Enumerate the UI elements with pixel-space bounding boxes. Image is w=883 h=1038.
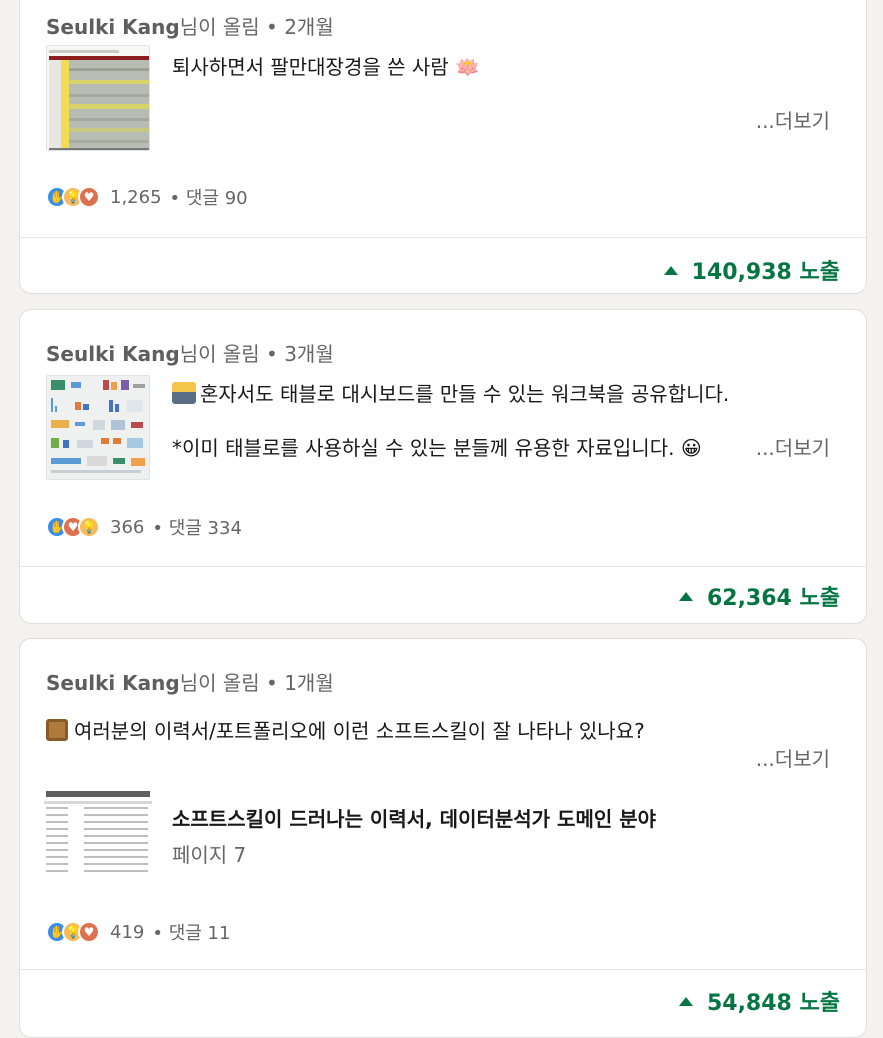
document-thumbnail[interactable] (44, 789, 152, 875)
see-more-link[interactable]: ...더보기 (756, 432, 830, 461)
post-text-line: *이미 태블로를 사용하실 수 있는 분들께 유용한 자료입니다. 😀 (172, 436, 702, 460)
clipboard-emoji-icon (46, 719, 68, 741)
post-text-line: 퇴사하면서 팔만대장경을 쓴 사람 🪷 (172, 55, 480, 79)
social-counts[interactable]: ✋ ♥ 💡 366 • 댓글 334 (46, 514, 242, 540)
reaction-icons: ✋ ♥ 💡 (46, 516, 100, 538)
reactions-count[interactable]: 419 (110, 922, 144, 943)
posted-meta: 님이 올림 • 3개월 (179, 342, 334, 366)
document-title[interactable]: 소프트스킬이 드러나는 이력서, 데이터분석가 도메인 분야 (172, 803, 656, 832)
divider (20, 237, 866, 238)
posted-meta: 님이 올림 • 1개월 (179, 671, 334, 695)
trend-up-icon (678, 996, 693, 1006)
social-counts[interactable]: ✋ 💡 ♥ 1,265 • 댓글 90 (46, 184, 248, 210)
comments-count[interactable]: • 댓글 90 (170, 184, 248, 210)
see-more-link[interactable]: ...더보기 (756, 105, 830, 134)
see-more-link[interactable]: ...더보기 (756, 743, 830, 772)
impressions-stat[interactable]: 140,938 노출 (663, 254, 840, 286)
post-card[interactable]: Seulki Kang님이 올림 • 1개월 여러분의 이력서/포트폴리오에 이… (19, 638, 867, 1038)
technologist-emoji-icon (172, 382, 196, 404)
divider (20, 566, 866, 567)
trend-up-icon (663, 265, 678, 275)
impressions-count: 140,938 노출 (691, 260, 840, 285)
trend-up-icon (678, 591, 693, 601)
post-text-content: 혼자서도 태블로 대시보드를 만들 수 있는 워크북을 공유합니다. (200, 382, 730, 406)
document-thumbnail-image (44, 789, 152, 875)
document-page-count: 페이지 7 (172, 843, 247, 867)
author-name[interactable]: Seulki Kang (46, 342, 180, 366)
comments-count[interactable]: • 댓글 11 (152, 919, 230, 945)
reaction-icons: ✋ 💡 ♥ (46, 186, 100, 208)
post-text-line: 여러분의 이력서/포트폴리오에 이런 소프트스킬이 잘 나타나 있나요? (46, 715, 645, 744)
posted-meta: 님이 올림 • 2개월 (179, 15, 334, 39)
dashboard-thumbnail-image (47, 376, 149, 479)
post-author-line: Seulki Kang님이 올림 • 1개월 (46, 667, 334, 696)
author-name[interactable]: Seulki Kang (46, 15, 180, 39)
comments-count[interactable]: • 댓글 334 (152, 514, 242, 540)
reactions-count[interactable]: 1,265 (110, 187, 162, 208)
impressions-stat[interactable]: 62,364 노출 (678, 580, 840, 612)
social-counts[interactable]: ✋ 💡 ♥ 419 • 댓글 11 (46, 919, 230, 945)
post-thumbnail[interactable] (46, 375, 150, 480)
post-text-line: 혼자서도 태블로 대시보드를 만들 수 있는 워크북을 공유합니다. (172, 378, 729, 407)
divider (20, 969, 866, 970)
post-author-line: Seulki Kang님이 올림 • 3개월 (46, 338, 334, 367)
insightful-icon: 💡 (78, 516, 100, 538)
impressions-stat[interactable]: 54,848 노출 (678, 985, 840, 1017)
post-author-line: Seulki Kang님이 올림 • 2개월 (46, 11, 334, 40)
reaction-icons: ✋ 💡 ♥ (46, 921, 100, 943)
impressions-count: 62,364 노출 (706, 586, 840, 611)
spreadsheet-thumbnail-image (47, 46, 149, 150)
post-text-content: 여러분의 이력서/포트폴리오에 이런 소프트스킬이 잘 나타나 있나요? (74, 719, 645, 743)
post-card[interactable]: Seulki Kang님이 올림 • 3개월 혼자서도 태블로 대시보드를 만들… (19, 309, 867, 624)
author-name[interactable]: Seulki Kang (46, 671, 180, 695)
post-thumbnail[interactable] (46, 45, 150, 151)
love-icon: ♥ (78, 186, 100, 208)
reactions-count[interactable]: 366 (110, 517, 144, 538)
post-card[interactable]: Seulki Kang님이 올림 • 2개월 퇴사하면서 팔만대장경을 쓴 사람… (19, 0, 867, 294)
impressions-count: 54,848 노출 (706, 991, 840, 1016)
love-icon: ♥ (78, 921, 100, 943)
